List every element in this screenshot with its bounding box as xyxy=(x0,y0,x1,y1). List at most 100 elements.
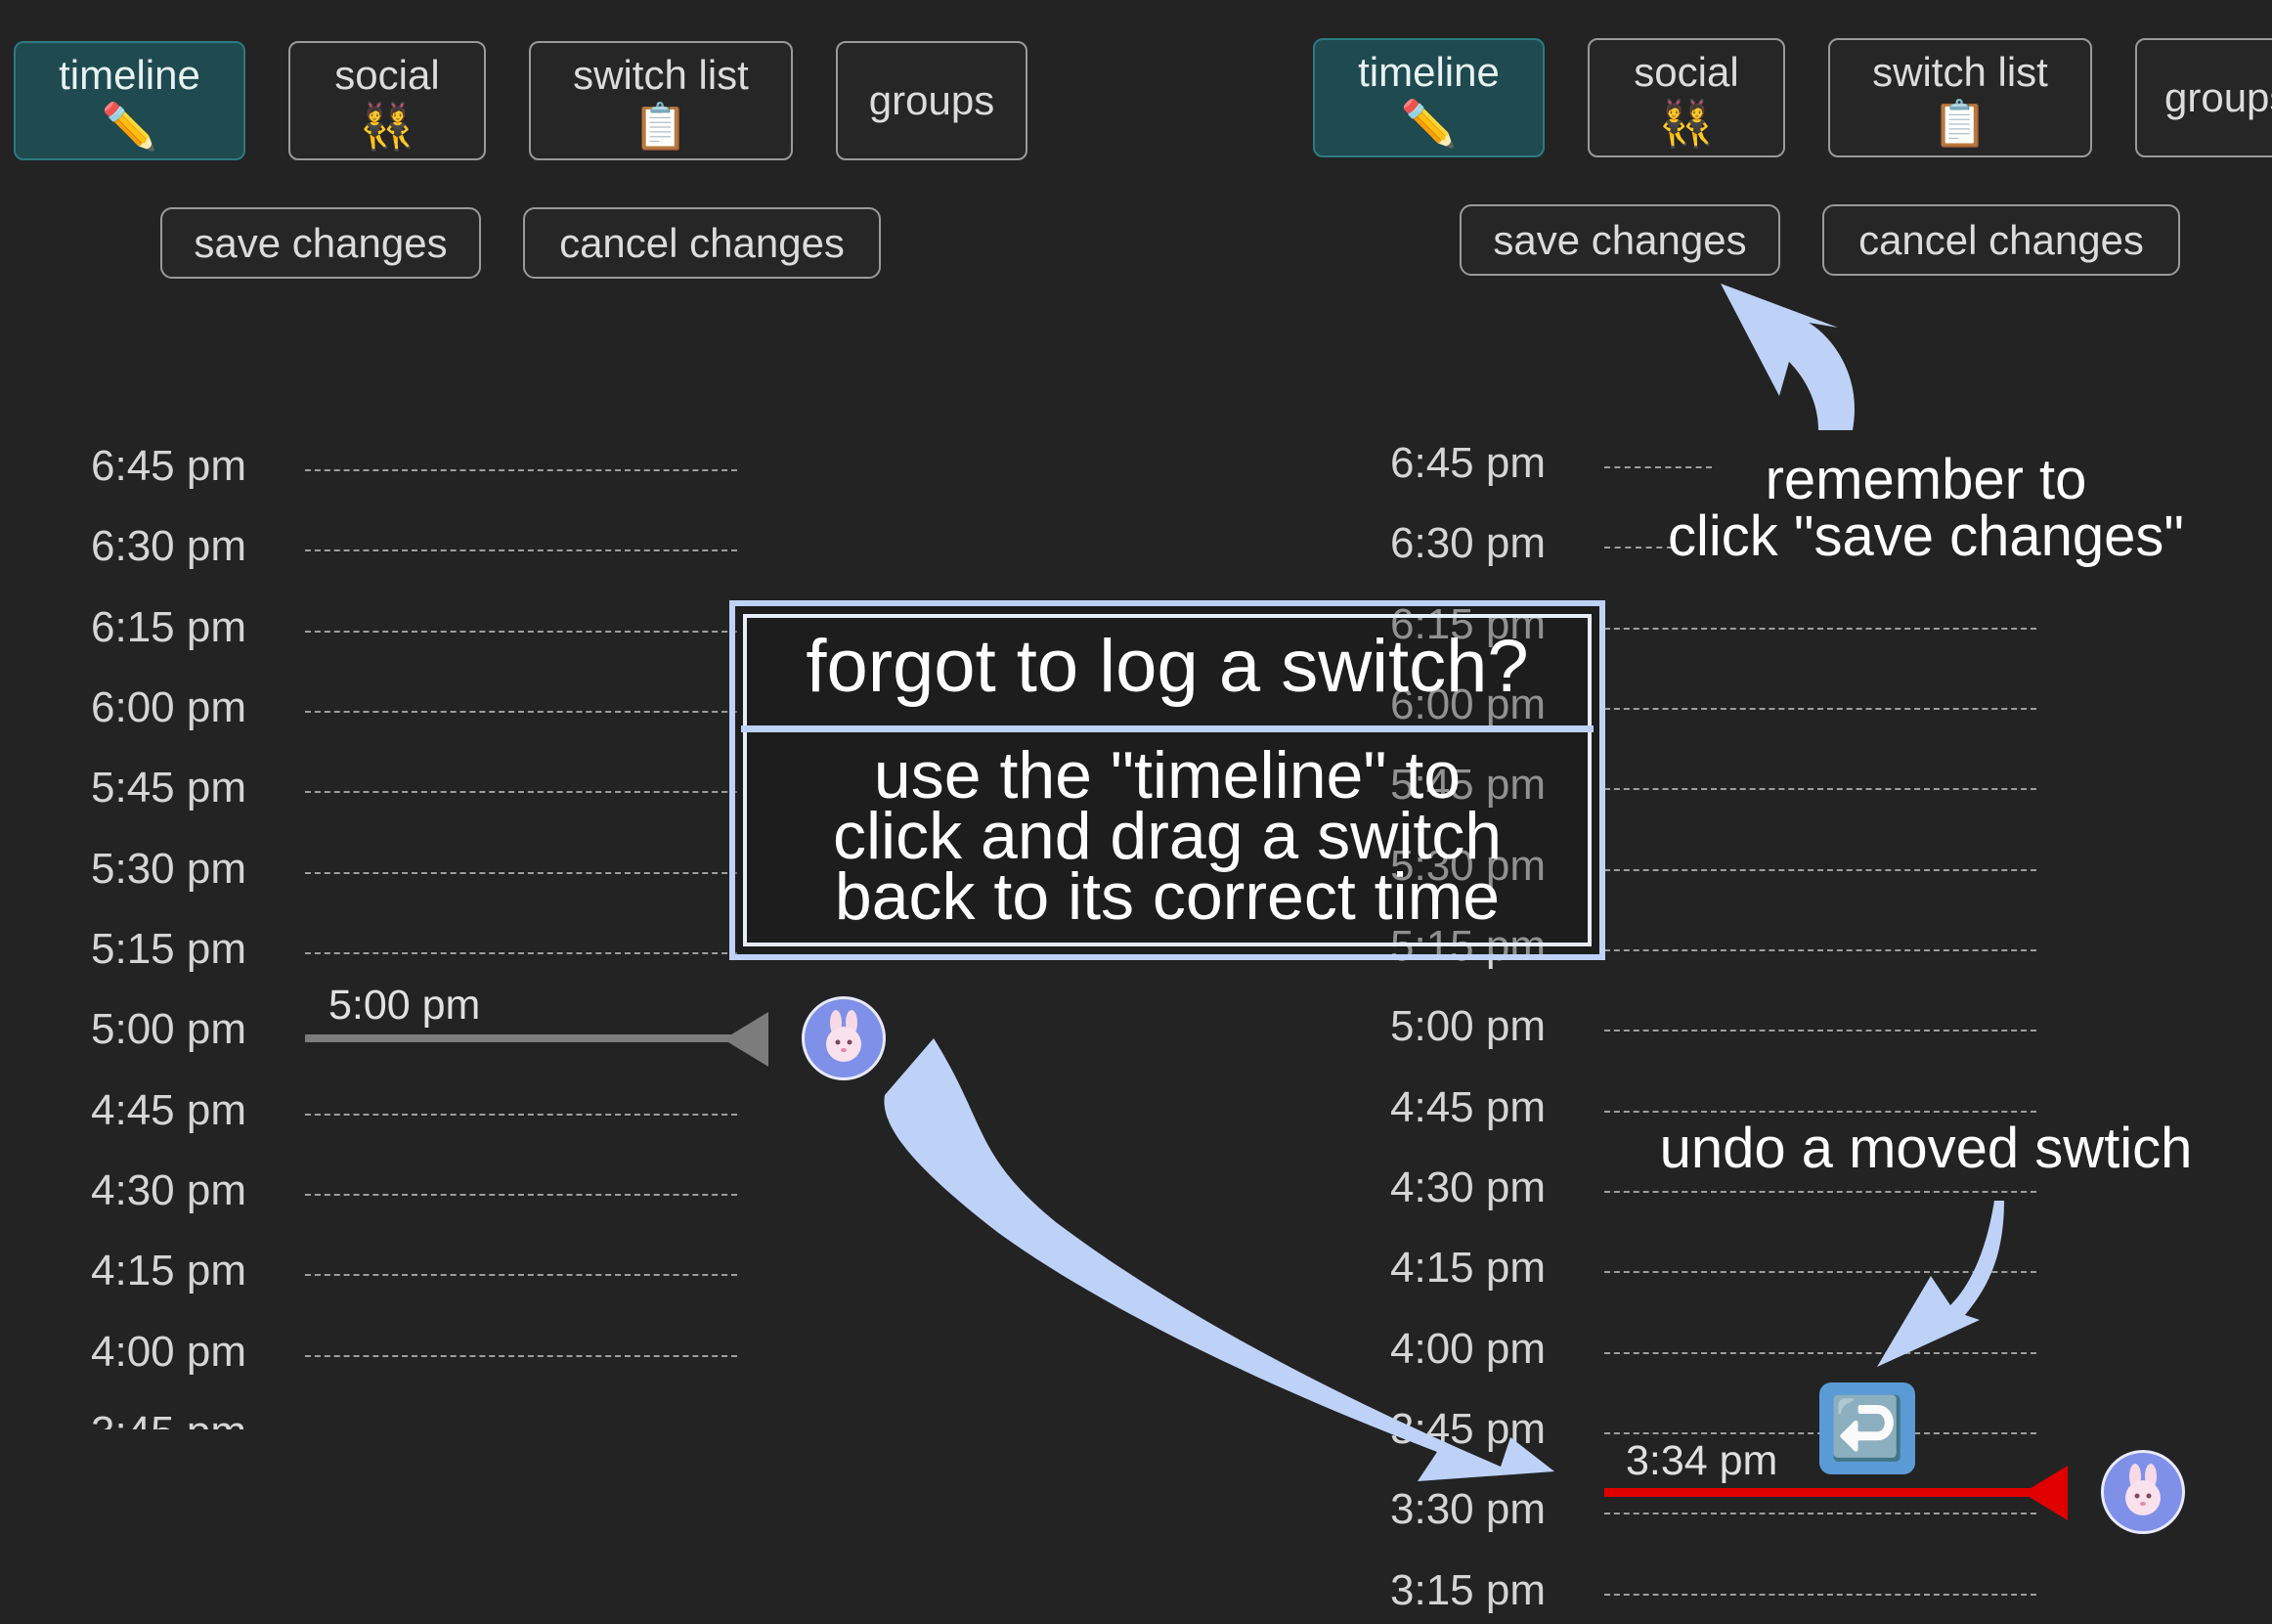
save-changes-button[interactable]: save changes xyxy=(1460,204,1780,276)
tab-groups[interactable]: groups xyxy=(836,41,1027,160)
tick-line xyxy=(305,469,737,471)
undo-note: undo a moved swtich xyxy=(1659,1117,2193,1180)
tick-line xyxy=(1604,949,2036,951)
tab-timeline[interactable]: timeline ✏️ xyxy=(14,41,245,160)
tick-label: 4:00 pm xyxy=(91,1328,246,1376)
avatar[interactable] xyxy=(802,996,886,1080)
save-reminder-note: remember to click "save changes" xyxy=(1642,452,2209,565)
note-line: remember to xyxy=(1765,448,2087,511)
timeline-tick: 4:00 pm xyxy=(1299,1325,2272,1374)
tick-line xyxy=(1604,1191,2036,1193)
callout-line: use the "timeline" to xyxy=(873,738,1462,812)
pencil-icon: ✏️ xyxy=(101,101,158,152)
tick-line xyxy=(305,631,737,633)
tick-line xyxy=(1604,1111,2036,1113)
timeline-tick: 3:15 pm xyxy=(1299,1566,2272,1615)
tab-switch-list[interactable]: switch list 📋 xyxy=(529,41,793,160)
timeline-tick: 5:00 pm xyxy=(0,1005,1136,1054)
tick-label: 3:45 pm xyxy=(0,1408,246,1429)
tick-line xyxy=(1604,788,2036,790)
tab-label: social xyxy=(334,52,440,98)
tick-line xyxy=(1604,628,2036,630)
timeline-tick: 4:45 pm xyxy=(0,1086,1136,1135)
timeline-tick: 3:45 pm xyxy=(1299,1405,2272,1454)
tick-label: 5:45 pm xyxy=(91,764,246,812)
tab-social[interactable]: social 👯 xyxy=(288,41,486,160)
undo-icon[interactable]: ↩️ xyxy=(1819,1383,1915,1474)
timeline-tick: 4:00 pm xyxy=(0,1328,1136,1377)
tick-label: 6:30 pm xyxy=(1390,519,1546,567)
tab-timeline[interactable]: timeline ✏️ xyxy=(1313,38,1545,157)
tab-label: groups xyxy=(868,77,995,123)
tick-label: 5:00 pm xyxy=(1390,1002,1546,1050)
tick-line xyxy=(1604,1271,2036,1273)
tick-line xyxy=(1604,1352,2036,1354)
tick-line xyxy=(1604,1594,2036,1596)
bunny-icon xyxy=(2125,1464,2161,1515)
tab-switch-list[interactable]: switch list 📋 xyxy=(1828,38,2092,157)
tab-label: timeline xyxy=(59,52,200,98)
tab-label: groups xyxy=(2164,74,2272,120)
drag-handle[interactable] xyxy=(2023,1466,2068,1520)
timeline-tick: 5:00 pm xyxy=(1299,1002,2272,1051)
tab-label: timeline xyxy=(1358,49,1500,95)
note-line: click "save changes" xyxy=(1668,505,2184,568)
save-changes-button[interactable]: save changes xyxy=(160,207,481,279)
tab-label: switch list xyxy=(573,52,749,98)
tick-label: 4:15 pm xyxy=(91,1247,246,1295)
switch-time-label: 3:34 pm xyxy=(1626,1437,1778,1484)
tick-line xyxy=(1604,1030,2036,1031)
timeline-tick: 6:45 pm xyxy=(0,442,1136,491)
tick-label: 3:30 pm xyxy=(1390,1485,1546,1533)
tick-label: 4:00 pm xyxy=(1390,1325,1546,1373)
tick-label: 4:30 pm xyxy=(1390,1163,1546,1211)
tick-line xyxy=(305,1114,737,1116)
tick-label: 3:45 pm xyxy=(1390,1405,1546,1453)
tick-line xyxy=(305,1355,737,1357)
drag-handle[interactable] xyxy=(723,1012,768,1067)
tick-label: 6:15 pm xyxy=(91,603,246,651)
callout-title: forgot to log a switch? xyxy=(806,625,1529,708)
tab-social[interactable]: social 👯 xyxy=(1588,38,1785,157)
tick-label: 4:30 pm xyxy=(91,1166,246,1214)
callout-line: click and drag a switch xyxy=(832,799,1503,873)
cancel-changes-button[interactable]: cancel changes xyxy=(523,207,881,279)
cancel-changes-button[interactable]: cancel changes xyxy=(1822,204,2180,276)
bunny-icon xyxy=(826,1010,861,1062)
tick-label: 4:15 pm xyxy=(1390,1244,1546,1292)
timeline-tick: 3:45 pm xyxy=(0,1408,1136,1429)
tick-label: 6:30 pm xyxy=(91,522,246,570)
tick-label: 4:45 pm xyxy=(91,1086,246,1134)
timeline-tick: 4:30 pm xyxy=(0,1166,1136,1215)
tab-label: social xyxy=(1634,49,1739,95)
tick-line xyxy=(1604,708,2036,710)
undo-glyph: ↩️ xyxy=(1829,1394,1905,1463)
tip-callout: forgot to log a switch? use the "timelin… xyxy=(729,600,1605,960)
tick-line xyxy=(1604,869,2036,871)
tick-line xyxy=(305,1194,737,1196)
dancers-icon: 👯 xyxy=(359,101,415,152)
tick-label: 5:15 pm xyxy=(91,925,246,973)
tick-line xyxy=(305,1274,737,1276)
callout-body: use the "timeline" to click and drag a s… xyxy=(735,738,1599,934)
tab-groups[interactable]: groups xyxy=(2135,38,2272,157)
tick-label: 5:00 pm xyxy=(91,1005,246,1053)
timeline-tick: 4:15 pm xyxy=(1299,1244,2272,1293)
tick-label: 6:45 pm xyxy=(1390,439,1546,487)
avatar[interactable] xyxy=(2101,1450,2185,1534)
callout-divider xyxy=(741,725,1594,732)
tick-line xyxy=(305,711,737,713)
timeline-tick: 4:15 pm xyxy=(0,1247,1136,1295)
clipboard-icon: 📋 xyxy=(1932,98,1988,149)
callout-line: back to its correct time xyxy=(834,859,1501,934)
dancers-icon: 👯 xyxy=(1658,98,1715,149)
tick-line xyxy=(305,952,737,954)
switch-line xyxy=(1604,1488,2034,1497)
tick-line xyxy=(305,872,737,874)
tick-label: 6:45 pm xyxy=(91,442,246,490)
switch-line xyxy=(305,1034,735,1042)
clipboard-icon: 📋 xyxy=(633,101,689,152)
timeline-tick: 6:30 pm xyxy=(0,522,1136,571)
tick-line xyxy=(1604,1513,2036,1514)
tick-line xyxy=(305,791,737,793)
